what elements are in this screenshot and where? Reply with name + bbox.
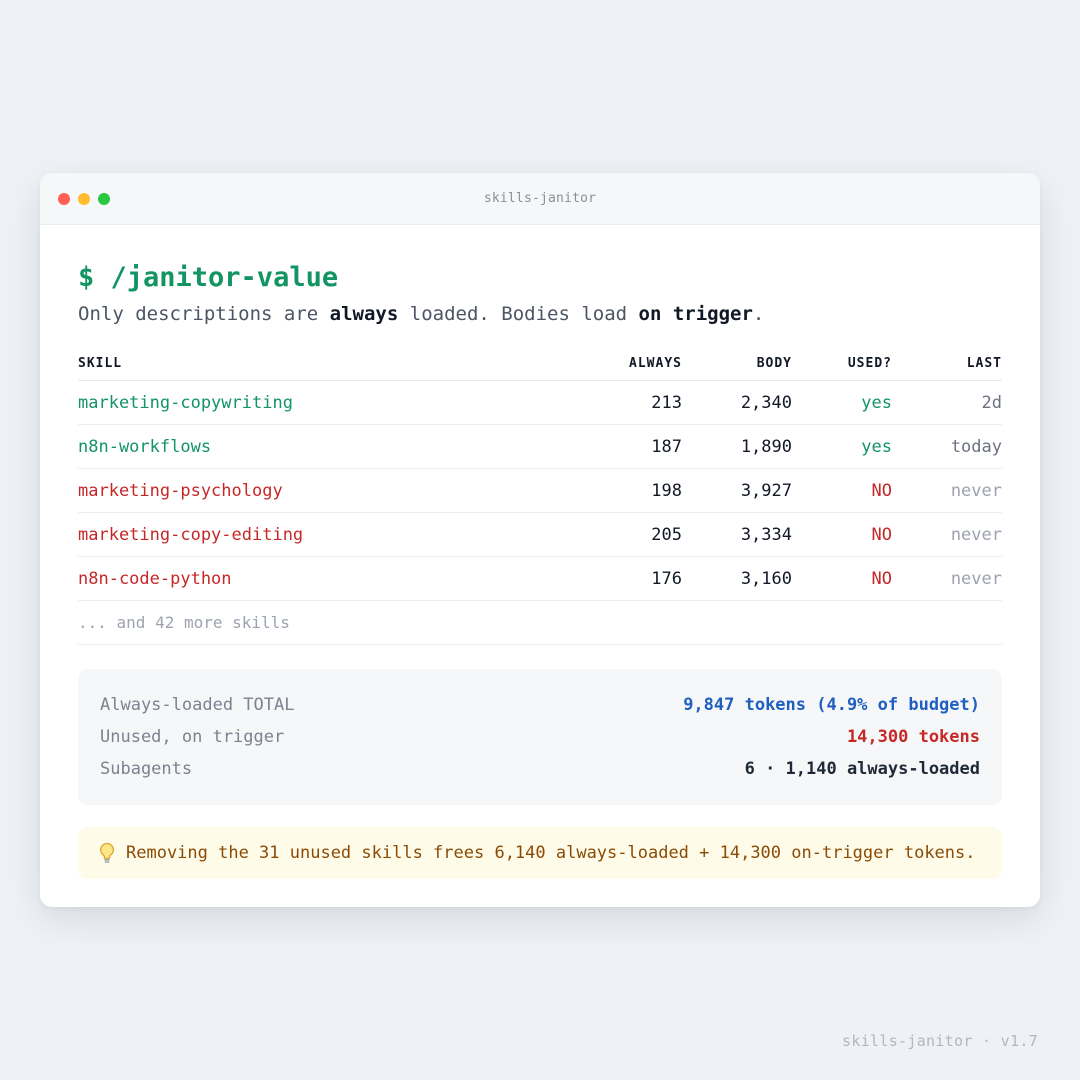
terminal-content: $ /janitor-value Only descriptions are a…: [40, 225, 1040, 879]
summary-value: 6 · 1,140 always-loaded: [744, 759, 980, 779]
last-used: never: [950, 568, 1002, 589]
summary-row-subagents: Subagents 6 · 1,140 always-loaded: [100, 753, 980, 785]
table-header: SKILL ALWAYS BODY USED? LAST: [78, 347, 1002, 381]
subtitle-text: Only descriptions are: [78, 303, 330, 325]
footer-version: skills-janitor · v1.7: [842, 1032, 1038, 1050]
tip-banner: Removing the 31 unused skills frees 6,14…: [78, 827, 1002, 879]
summary-row-unused: Unused, on trigger 14,300 tokens: [100, 721, 980, 753]
skill-name: marketing-copy-editing: [78, 524, 304, 545]
subtitle-text: loaded. Bodies load: [398, 303, 639, 325]
used-status: yes: [861, 392, 892, 413]
summary-value: 14,300 tokens: [846, 727, 980, 747]
title-bar: skills-janitor: [40, 173, 1040, 225]
always-tokens: 205: [651, 524, 682, 545]
command-line: $ /janitor-value: [78, 262, 339, 293]
body-tokens: 1,890: [740, 436, 792, 457]
last-used: never: [950, 480, 1002, 501]
body-tokens: 3,927: [740, 480, 792, 501]
summary-row-always: Always-loaded TOTAL 9,847 tokens (4.9% o…: [100, 689, 980, 721]
summary-label: Subagents: [100, 759, 193, 779]
skill-name: n8n-workflows: [78, 436, 212, 457]
body-tokens: 2,340: [740, 392, 792, 413]
always-tokens: 176: [651, 568, 682, 589]
used-status: NO: [871, 524, 892, 545]
minimize-window-button[interactable]: [78, 193, 90, 205]
table-row: n8n-code-python 176 3,160 NO never: [78, 557, 1002, 601]
column-header-body: BODY: [756, 356, 792, 371]
used-status: yes: [861, 436, 892, 457]
column-header-always: ALWAYS: [629, 356, 682, 371]
app-window: skills-janitor $ /janitor-value Only des…: [40, 173, 1040, 907]
skill-name: marketing-copywriting: [78, 392, 293, 413]
more-skills-note: ... and 42 more skills: [78, 601, 1002, 645]
close-window-button[interactable]: [58, 193, 70, 205]
always-tokens: 213: [651, 392, 682, 413]
window-controls: [58, 193, 110, 205]
last-used: today: [950, 436, 1002, 457]
last-used: 2d: [981, 392, 1002, 413]
table-row: n8n-workflows 187 1,890 yes today: [78, 425, 1002, 469]
subtitle-text: .: [752, 303, 765, 325]
used-status: NO: [871, 568, 892, 589]
tip-text: Removing the 31 unused skills frees 6,14…: [126, 843, 976, 863]
always-tokens: 187: [651, 436, 682, 457]
body-tokens: 3,334: [740, 524, 792, 545]
maximize-window-button[interactable]: [98, 193, 110, 205]
used-status: NO: [871, 480, 892, 501]
subtitle-emphasis-trigger: on trigger: [638, 303, 753, 325]
token-summary: Always-loaded TOTAL 9,847 tokens (4.9% o…: [78, 669, 1002, 805]
last-used: never: [950, 524, 1002, 545]
table-row: marketing-copywriting 213 2,340 yes 2d: [78, 381, 1002, 425]
skills-table: SKILL ALWAYS BODY USED? LAST marketing-c…: [78, 347, 1002, 645]
body-tokens: 3,160: [740, 568, 792, 589]
summary-label: Always-loaded TOTAL: [100, 695, 295, 715]
window-title: skills-janitor: [483, 191, 597, 206]
always-tokens: 198: [651, 480, 682, 501]
skill-name: n8n-code-python: [78, 568, 232, 589]
summary-value: 9,847 tokens (4.9% of budget): [683, 695, 980, 715]
table-row: marketing-psychology 198 3,927 NO never: [78, 469, 1002, 513]
subtitle: Only descriptions are always loaded. Bod…: [78, 301, 1002, 327]
subtitle-emphasis-always: always: [329, 303, 399, 325]
column-header-skill: SKILL: [78, 356, 123, 371]
summary-label: Unused, on trigger: [100, 727, 285, 747]
lightbulb-icon: [98, 842, 116, 864]
column-header-used: USED?: [847, 356, 892, 371]
skill-name: marketing-psychology: [78, 480, 283, 501]
table-row: marketing-copy-editing 205 3,334 NO neve…: [78, 513, 1002, 557]
column-header-last: LAST: [966, 356, 1002, 371]
